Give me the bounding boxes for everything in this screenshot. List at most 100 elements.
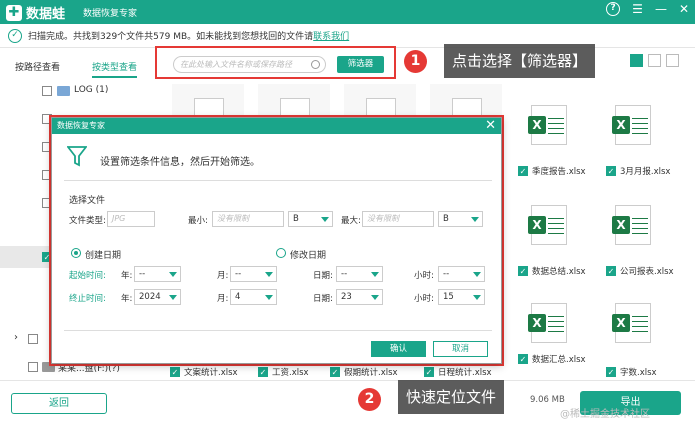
chevron-down-icon bbox=[169, 272, 177, 277]
file-item[interactable]: ✓ 工资.xlsx bbox=[258, 366, 309, 378]
grid-view-icon[interactable] bbox=[630, 54, 643, 67]
file-checkbox[interactable]: ✓ bbox=[424, 367, 434, 377]
divider bbox=[64, 180, 492, 181]
step-2-tooltip: 快速定位文件 bbox=[398, 380, 505, 414]
min-unit-value: B bbox=[293, 214, 299, 224]
chevron-down-icon bbox=[265, 272, 273, 277]
excel-badge-icon: X bbox=[612, 216, 630, 234]
list-view-icon[interactable] bbox=[648, 54, 661, 67]
file-item[interactable]: ✓ 文案统计.xlsx bbox=[170, 366, 238, 378]
file-item[interactable]: ✓ 3月月报.xlsx bbox=[606, 165, 670, 177]
window-controls: ? ☰ — ✕ bbox=[606, 2, 689, 16]
end-year-value: 2024 bbox=[139, 292, 161, 302]
modified-date-radio[interactable] bbox=[276, 248, 286, 258]
chevron-down-icon bbox=[371, 272, 379, 277]
excel-file-icon[interactable]: X bbox=[612, 105, 651, 145]
file-checkbox[interactable]: ✓ bbox=[606, 166, 616, 176]
dialog-close-icon[interactable]: ✕ bbox=[485, 118, 496, 134]
watermark: @稀土掘金技术社区 bbox=[560, 409, 650, 420]
step-1-tooltip: 点击选择【筛选器】 bbox=[444, 44, 596, 78]
day-label: 日期: bbox=[313, 271, 333, 281]
start-month-select[interactable]: -- bbox=[230, 266, 277, 282]
max-size-label: 最大: bbox=[341, 216, 361, 226]
filter-dialog: 数据恢复专家 ✕ 设置筛选条件信息，然后开始筛选。 选择文件 文件类型: JPG… bbox=[51, 117, 502, 364]
chevron-down-icon bbox=[169, 295, 177, 300]
tree-item-log[interactable]: LOG (1) bbox=[0, 82, 155, 100]
file-item[interactable]: ✓ 字数.xlsx bbox=[606, 366, 657, 378]
start-day-select[interactable]: -- bbox=[336, 266, 383, 282]
file-item[interactable]: ✓ 季度报告.xlsx bbox=[518, 165, 586, 177]
cancel-button[interactable]: 取消 bbox=[433, 341, 488, 357]
sheet-grid bbox=[632, 214, 648, 238]
excel-file-icon[interactable]: X bbox=[612, 205, 651, 245]
filter-highlight-frame bbox=[155, 46, 396, 79]
tab-by-path[interactable]: 按路径查看 bbox=[15, 58, 60, 78]
excel-file-icon[interactable]: X bbox=[528, 105, 567, 145]
file-checkbox[interactable]: ✓ bbox=[518, 354, 528, 364]
back-button[interactable]: 返回 bbox=[11, 393, 107, 414]
end-hour-select[interactable]: 15 bbox=[438, 289, 485, 305]
section-label: 选择文件 bbox=[69, 196, 106, 206]
file-checkbox[interactable]: ✓ bbox=[518, 166, 528, 176]
tab-by-type[interactable]: 按类型查看 bbox=[92, 58, 138, 78]
start-year-select[interactable]: -- bbox=[134, 266, 181, 282]
minimize-icon[interactable]: — bbox=[655, 2, 667, 16]
title-bar: ✚ 数据蛙 数据恢复专家 ? ☰ — ✕ bbox=[0, 0, 695, 24]
chevron-down-icon bbox=[321, 217, 329, 222]
file-name: 公司报表.xlsx bbox=[620, 267, 674, 277]
step-2-badge: 2 bbox=[358, 388, 381, 411]
excel-file-icon[interactable]: X bbox=[528, 205, 567, 245]
created-date-radio[interactable] bbox=[71, 248, 81, 258]
tree-checkbox[interactable] bbox=[42, 86, 52, 96]
tree-checkbox[interactable] bbox=[28, 362, 38, 372]
min-size-input[interactable]: 没有限制 bbox=[212, 211, 284, 227]
month-label: 月: bbox=[217, 294, 229, 304]
end-month-select[interactable]: 4 bbox=[230, 289, 277, 305]
file-type-input[interactable]: JPG bbox=[107, 211, 155, 227]
start-hour-value: -- bbox=[443, 269, 450, 279]
end-day-select[interactable]: 23 bbox=[336, 289, 383, 305]
file-type-label: 文件类型: bbox=[69, 216, 106, 226]
file-name: 数据总结.xlsx bbox=[532, 267, 586, 277]
file-item[interactable]: ✓ 数据总结.xlsx bbox=[518, 265, 586, 277]
chevron-right-icon[interactable]: › bbox=[14, 332, 18, 343]
sheet-grid bbox=[548, 214, 564, 238]
app-subtitle: 数据恢复专家 bbox=[83, 9, 138, 19]
close-icon[interactable]: ✕ bbox=[679, 2, 689, 16]
dialog-title: 数据恢复专家 bbox=[57, 121, 105, 130]
detail-view-icon[interactable] bbox=[666, 54, 679, 67]
file-name: 字数.xlsx bbox=[620, 368, 657, 378]
year-label: 年: bbox=[121, 294, 133, 304]
max-size-input[interactable]: 没有限制 bbox=[362, 211, 434, 227]
confirm-button[interactable]: 确认 bbox=[371, 341, 426, 357]
max-unit-select[interactable]: B bbox=[438, 211, 483, 227]
file-item[interactable]: ✓ 假期统计.xlsx bbox=[330, 366, 398, 378]
file-checkbox[interactable]: ✓ bbox=[170, 367, 180, 377]
excel-file-icon[interactable]: X bbox=[612, 303, 651, 343]
file-name: 3月月报.xlsx bbox=[620, 167, 671, 177]
chevron-down-icon bbox=[265, 295, 273, 300]
file-item[interactable]: ✓ 数据汇总.xlsx bbox=[518, 353, 586, 365]
min-unit-select[interactable]: B bbox=[288, 211, 333, 227]
file-checkbox[interactable]: ✓ bbox=[606, 266, 616, 276]
chevron-down-icon bbox=[471, 217, 479, 222]
menu-icon[interactable]: ☰ bbox=[632, 2, 643, 16]
tree-checkbox[interactable] bbox=[28, 334, 38, 344]
divider bbox=[64, 330, 492, 331]
end-hour-value: 15 bbox=[443, 292, 454, 302]
contact-us-link[interactable]: 联系我们 bbox=[313, 29, 349, 42]
file-checkbox[interactable]: ✓ bbox=[518, 266, 528, 276]
file-checkbox[interactable]: ✓ bbox=[258, 367, 268, 377]
file-checkbox[interactable]: ✓ bbox=[330, 367, 340, 377]
dialog-titlebar: 数据恢复专家 ✕ bbox=[52, 118, 501, 134]
end-year-select[interactable]: 2024 bbox=[134, 289, 181, 305]
start-hour-select[interactable]: -- bbox=[438, 266, 485, 282]
help-icon[interactable]: ? bbox=[606, 2, 621, 16]
file-item[interactable]: ✓ 公司报表.xlsx bbox=[606, 265, 674, 277]
start-month-value: -- bbox=[235, 269, 242, 279]
file-item[interactable]: ✓ 日程统计.xlsx bbox=[424, 366, 492, 378]
excel-file-icon[interactable]: X bbox=[528, 303, 567, 343]
file-checkbox[interactable]: ✓ bbox=[606, 367, 616, 377]
min-size-label: 最小: bbox=[188, 216, 208, 226]
start-year-value: -- bbox=[139, 269, 146, 279]
